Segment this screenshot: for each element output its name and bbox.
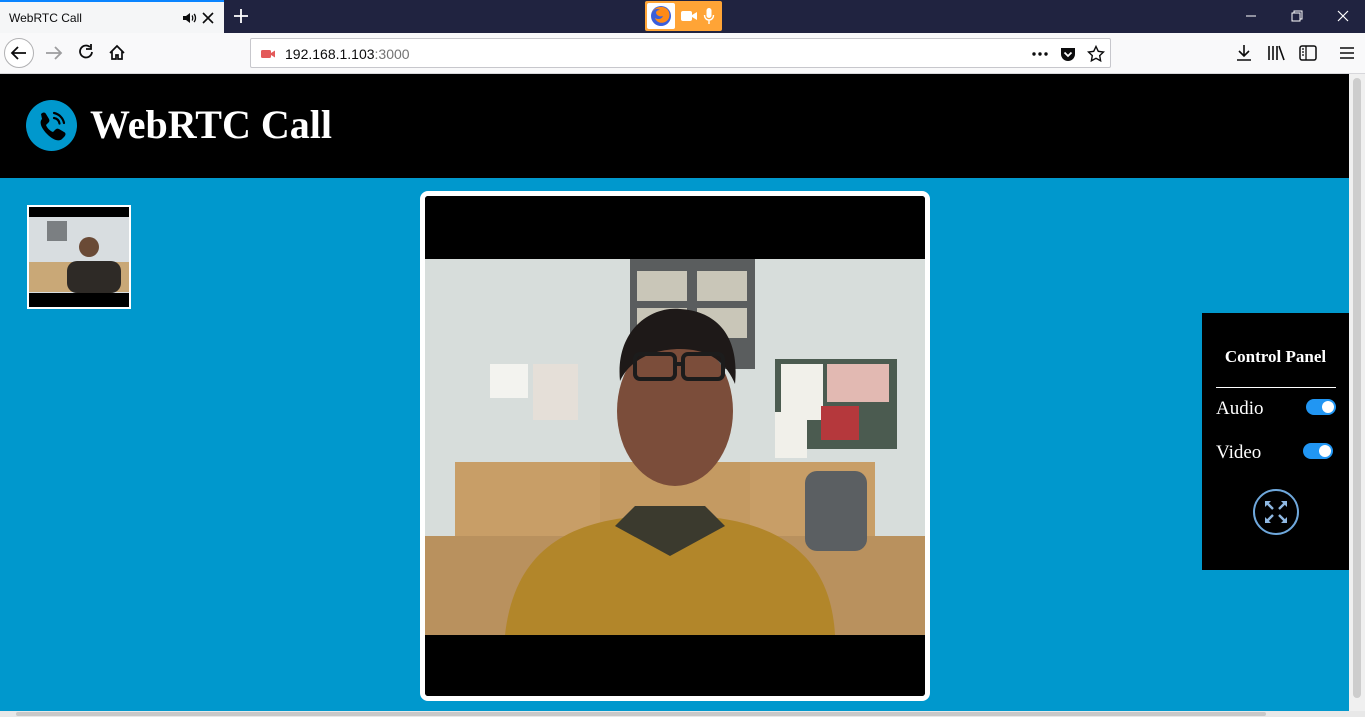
app-header: WebRTC Call — [0, 74, 1349, 178]
horizontal-scrollbar[interactable] — [0, 711, 1365, 717]
plus-icon[interactable] — [231, 6, 251, 26]
media-sharing-indicator[interactable] — [645, 1, 722, 31]
remote-video-frame — [425, 196, 925, 696]
control-panel-divider — [1216, 387, 1336, 388]
video-label: Video — [1216, 442, 1262, 463]
navigation-bar: 192.168.1.103:3000 — [0, 33, 1365, 74]
home-icon[interactable] — [102, 38, 132, 68]
star-icon[interactable] — [1087, 45, 1105, 63]
restore-icon[interactable] — [1287, 6, 1307, 26]
fullscreen-icon — [1265, 501, 1287, 523]
fullscreen-button[interactable] — [1253, 489, 1299, 535]
url-port: :3000 — [374, 46, 410, 62]
back-icon — [10, 46, 26, 60]
reload-icon[interactable] — [71, 38, 101, 68]
library-icon[interactable] — [1266, 43, 1286, 63]
speaker-icon[interactable] — [181, 10, 197, 26]
app-title: WebRTC Call — [90, 102, 332, 147]
vertical-scrollbar[interactable] — [1349, 74, 1365, 711]
close-window-icon[interactable] — [1333, 6, 1353, 26]
firefox-icon — [647, 3, 675, 29]
audio-label: Audio — [1216, 398, 1264, 419]
tab-title: WebRTC Call — [9, 11, 82, 25]
minimize-icon[interactable] — [1241, 6, 1261, 26]
microphone-icon — [703, 8, 715, 24]
vertical-scrollbar-thumb[interactable] — [1353, 78, 1361, 698]
menu-icon[interactable] — [1337, 43, 1357, 63]
back-button[interactable] — [4, 38, 34, 68]
video-toggle[interactable] — [1303, 443, 1333, 459]
phone-icon — [26, 100, 77, 151]
more-icon[interactable] — [1031, 45, 1049, 63]
url-host: 192.168.1.103 — [285, 46, 375, 62]
browser-tab[interactable]: WebRTC Call — [0, 0, 224, 33]
camera-icon — [681, 11, 697, 21]
url-text: 192.168.1.103:3000 — [285, 46, 410, 62]
sidebar-icon[interactable] — [1298, 43, 1318, 63]
audio-toggle[interactable] — [1306, 399, 1336, 415]
pocket-icon[interactable] — [1059, 45, 1077, 63]
page: WebRTC Call Control Panel Audio Video — [0, 74, 1349, 711]
camera-blocked-icon[interactable] — [259, 45, 277, 63]
control-panel: Control Panel Audio Video — [1202, 313, 1349, 570]
control-panel-title: Control Panel — [1224, 347, 1327, 366]
tab-bar: WebRTC Call — [0, 0, 1365, 33]
download-icon[interactable] — [1234, 43, 1254, 63]
horizontal-scrollbar-thumb[interactable] — [16, 712, 1266, 716]
local-video[interactable] — [27, 205, 131, 309]
address-bar[interactable]: 192.168.1.103:3000 — [250, 38, 1111, 68]
local-video-frame — [29, 207, 129, 307]
remote-video[interactable] — [420, 191, 930, 701]
forward-icon[interactable] — [39, 38, 69, 68]
close-icon[interactable] — [200, 10, 216, 26]
